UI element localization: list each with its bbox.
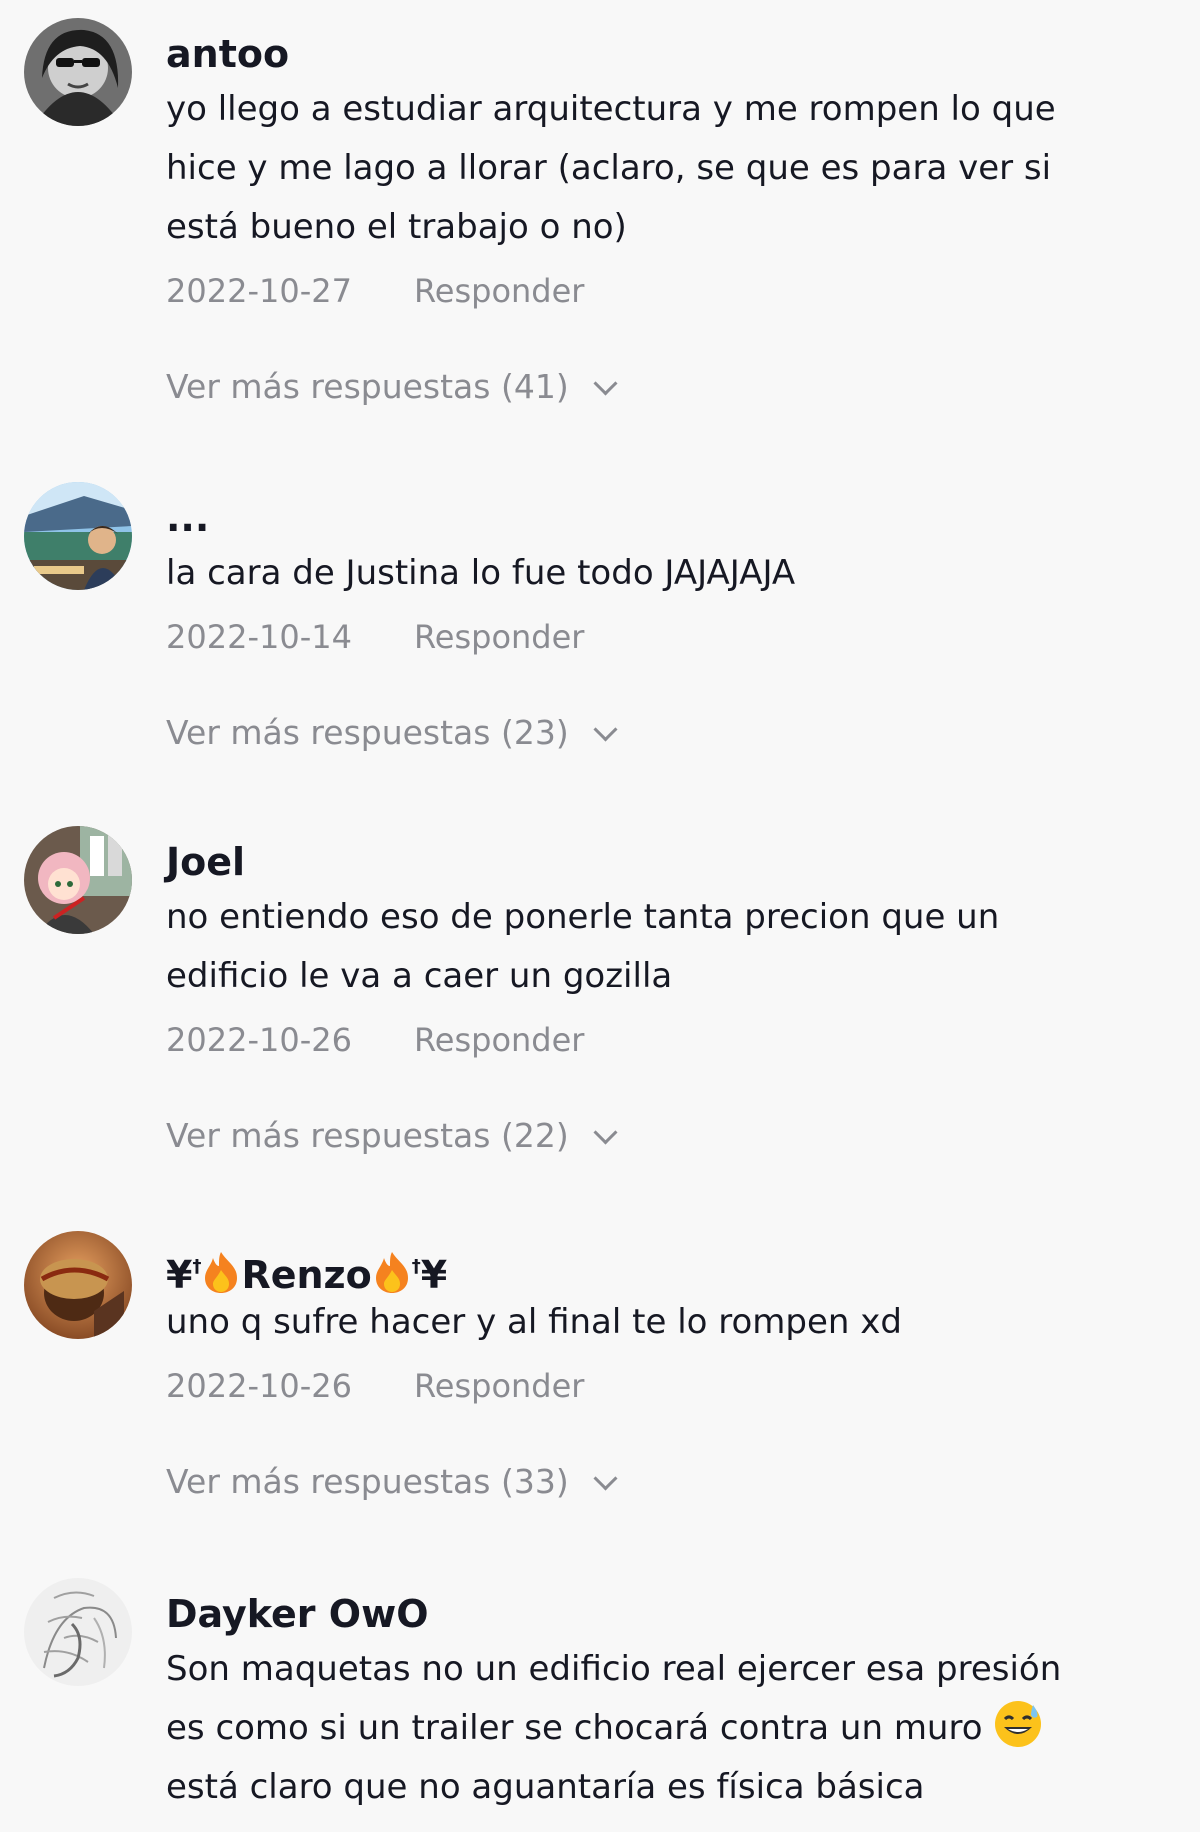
username-name: Renzo [241, 1253, 372, 1297]
avatar[interactable] [24, 1231, 132, 1339]
avatar[interactable] [24, 1578, 132, 1686]
avatar[interactable] [24, 482, 132, 590]
chevron-down-icon [593, 1466, 618, 1491]
comment-date: 2022-10-14 [166, 618, 352, 656]
username-dagger: † [411, 1256, 421, 1277]
view-more-replies-label: Ver más respuestas (23) [166, 713, 569, 752]
avatar-image [24, 826, 132, 934]
username[interactable]: antoo [166, 30, 1176, 78]
comment-body: Joel no entiendo eso de ponerle tanta pr… [166, 826, 1176, 1158]
reply-button[interactable]: Responder [414, 615, 584, 659]
comment-text: yo llego a estudiar arquitectura y me ro… [166, 89, 1056, 247]
fire-emoji-icon [205, 1252, 238, 1293]
username-symbol: ¥ [166, 1253, 193, 1297]
avatar-image [24, 1578, 132, 1686]
comment-body: antoo yo llego a estudiar arquitectura y… [166, 18, 1176, 409]
comment-list: antoo yo llego a estudiar arquitectura y… [0, 0, 1200, 1832]
view-more-replies-button[interactable]: Ver más respuestas (33) [166, 1460, 1176, 1504]
comment-text-line: Son maquetas no un edificio real ejercer… [166, 1649, 1062, 1689]
comment-meta: 2022-10-26 Responder [166, 1364, 1176, 1408]
avatar-image [24, 18, 132, 126]
comment-text: no entiendo eso de ponerle tanta precion… [166, 897, 1000, 996]
comment-date: 2022-10-26 [166, 1367, 352, 1405]
comment-meta: 2022-10-14 Responder [166, 615, 1176, 659]
avatar[interactable] [24, 18, 132, 126]
comment-text-line: es como si un trailer se chocará contra … [166, 1708, 994, 1748]
username[interactable]: Joel [166, 838, 1176, 886]
comment-meta: 2022-10-27 Responder [166, 269, 1176, 313]
comment-text: Son maquetas no un edificio real ejercer… [166, 1640, 1176, 1817]
comment-date: 2022-10-26 [166, 1021, 352, 1059]
reply-button[interactable]: Responder [414, 269, 584, 313]
comment-text: uno q sufre hacer y al final te lo rompe… [166, 1302, 902, 1342]
view-more-replies-label: Ver más respuestas (41) [166, 367, 569, 406]
username-dagger: † [192, 1256, 202, 1277]
reply-button[interactable]: Responder [414, 1364, 584, 1408]
chevron-down-icon [593, 1120, 618, 1145]
username[interactable]: ¥† Renzo †¥ [166, 1243, 1176, 1297]
comment-body: ... la cara de Justina lo fue todo JAJAJ… [166, 482, 1176, 755]
comment-text-line: está claro que no aguantaría es física b… [166, 1767, 925, 1807]
comment-body: Dayker OwO Son maquetas no un edificio r… [166, 1578, 1176, 1817]
username[interactable]: ... [166, 494, 1176, 542]
comment-meta: 2022-10-26 Responder [166, 1018, 1176, 1062]
avatar-image [24, 482, 132, 590]
view-more-replies-label: Ver más respuestas (22) [166, 1116, 569, 1155]
avatar[interactable] [24, 826, 132, 934]
comment-text: la cara de Justina lo fue todo JAJAJAJA [166, 553, 796, 593]
username-symbol: ¥ [420, 1253, 448, 1297]
view-more-replies-label: Ver más respuestas (33) [166, 1462, 569, 1501]
username[interactable]: Dayker OwO [166, 1590, 1176, 1638]
fire-emoji-icon [375, 1252, 408, 1293]
reply-button[interactable]: Responder [414, 1018, 584, 1062]
comment-date: 2022-10-27 [166, 272, 352, 310]
comment-body: ¥† Renzo †¥ uno q sufre hacer y al final t… [166, 1231, 1176, 1504]
grinning-sweat-emoji-icon [995, 1701, 1042, 1747]
view-more-replies-button[interactable]: Ver más respuestas (23) [166, 711, 1176, 755]
avatar-image [24, 1231, 132, 1339]
chevron-down-icon [593, 371, 618, 396]
view-more-replies-button[interactable]: Ver más respuestas (22) [166, 1114, 1176, 1158]
view-more-replies-button[interactable]: Ver más respuestas (41) [166, 365, 1176, 409]
chevron-down-icon [593, 717, 618, 742]
